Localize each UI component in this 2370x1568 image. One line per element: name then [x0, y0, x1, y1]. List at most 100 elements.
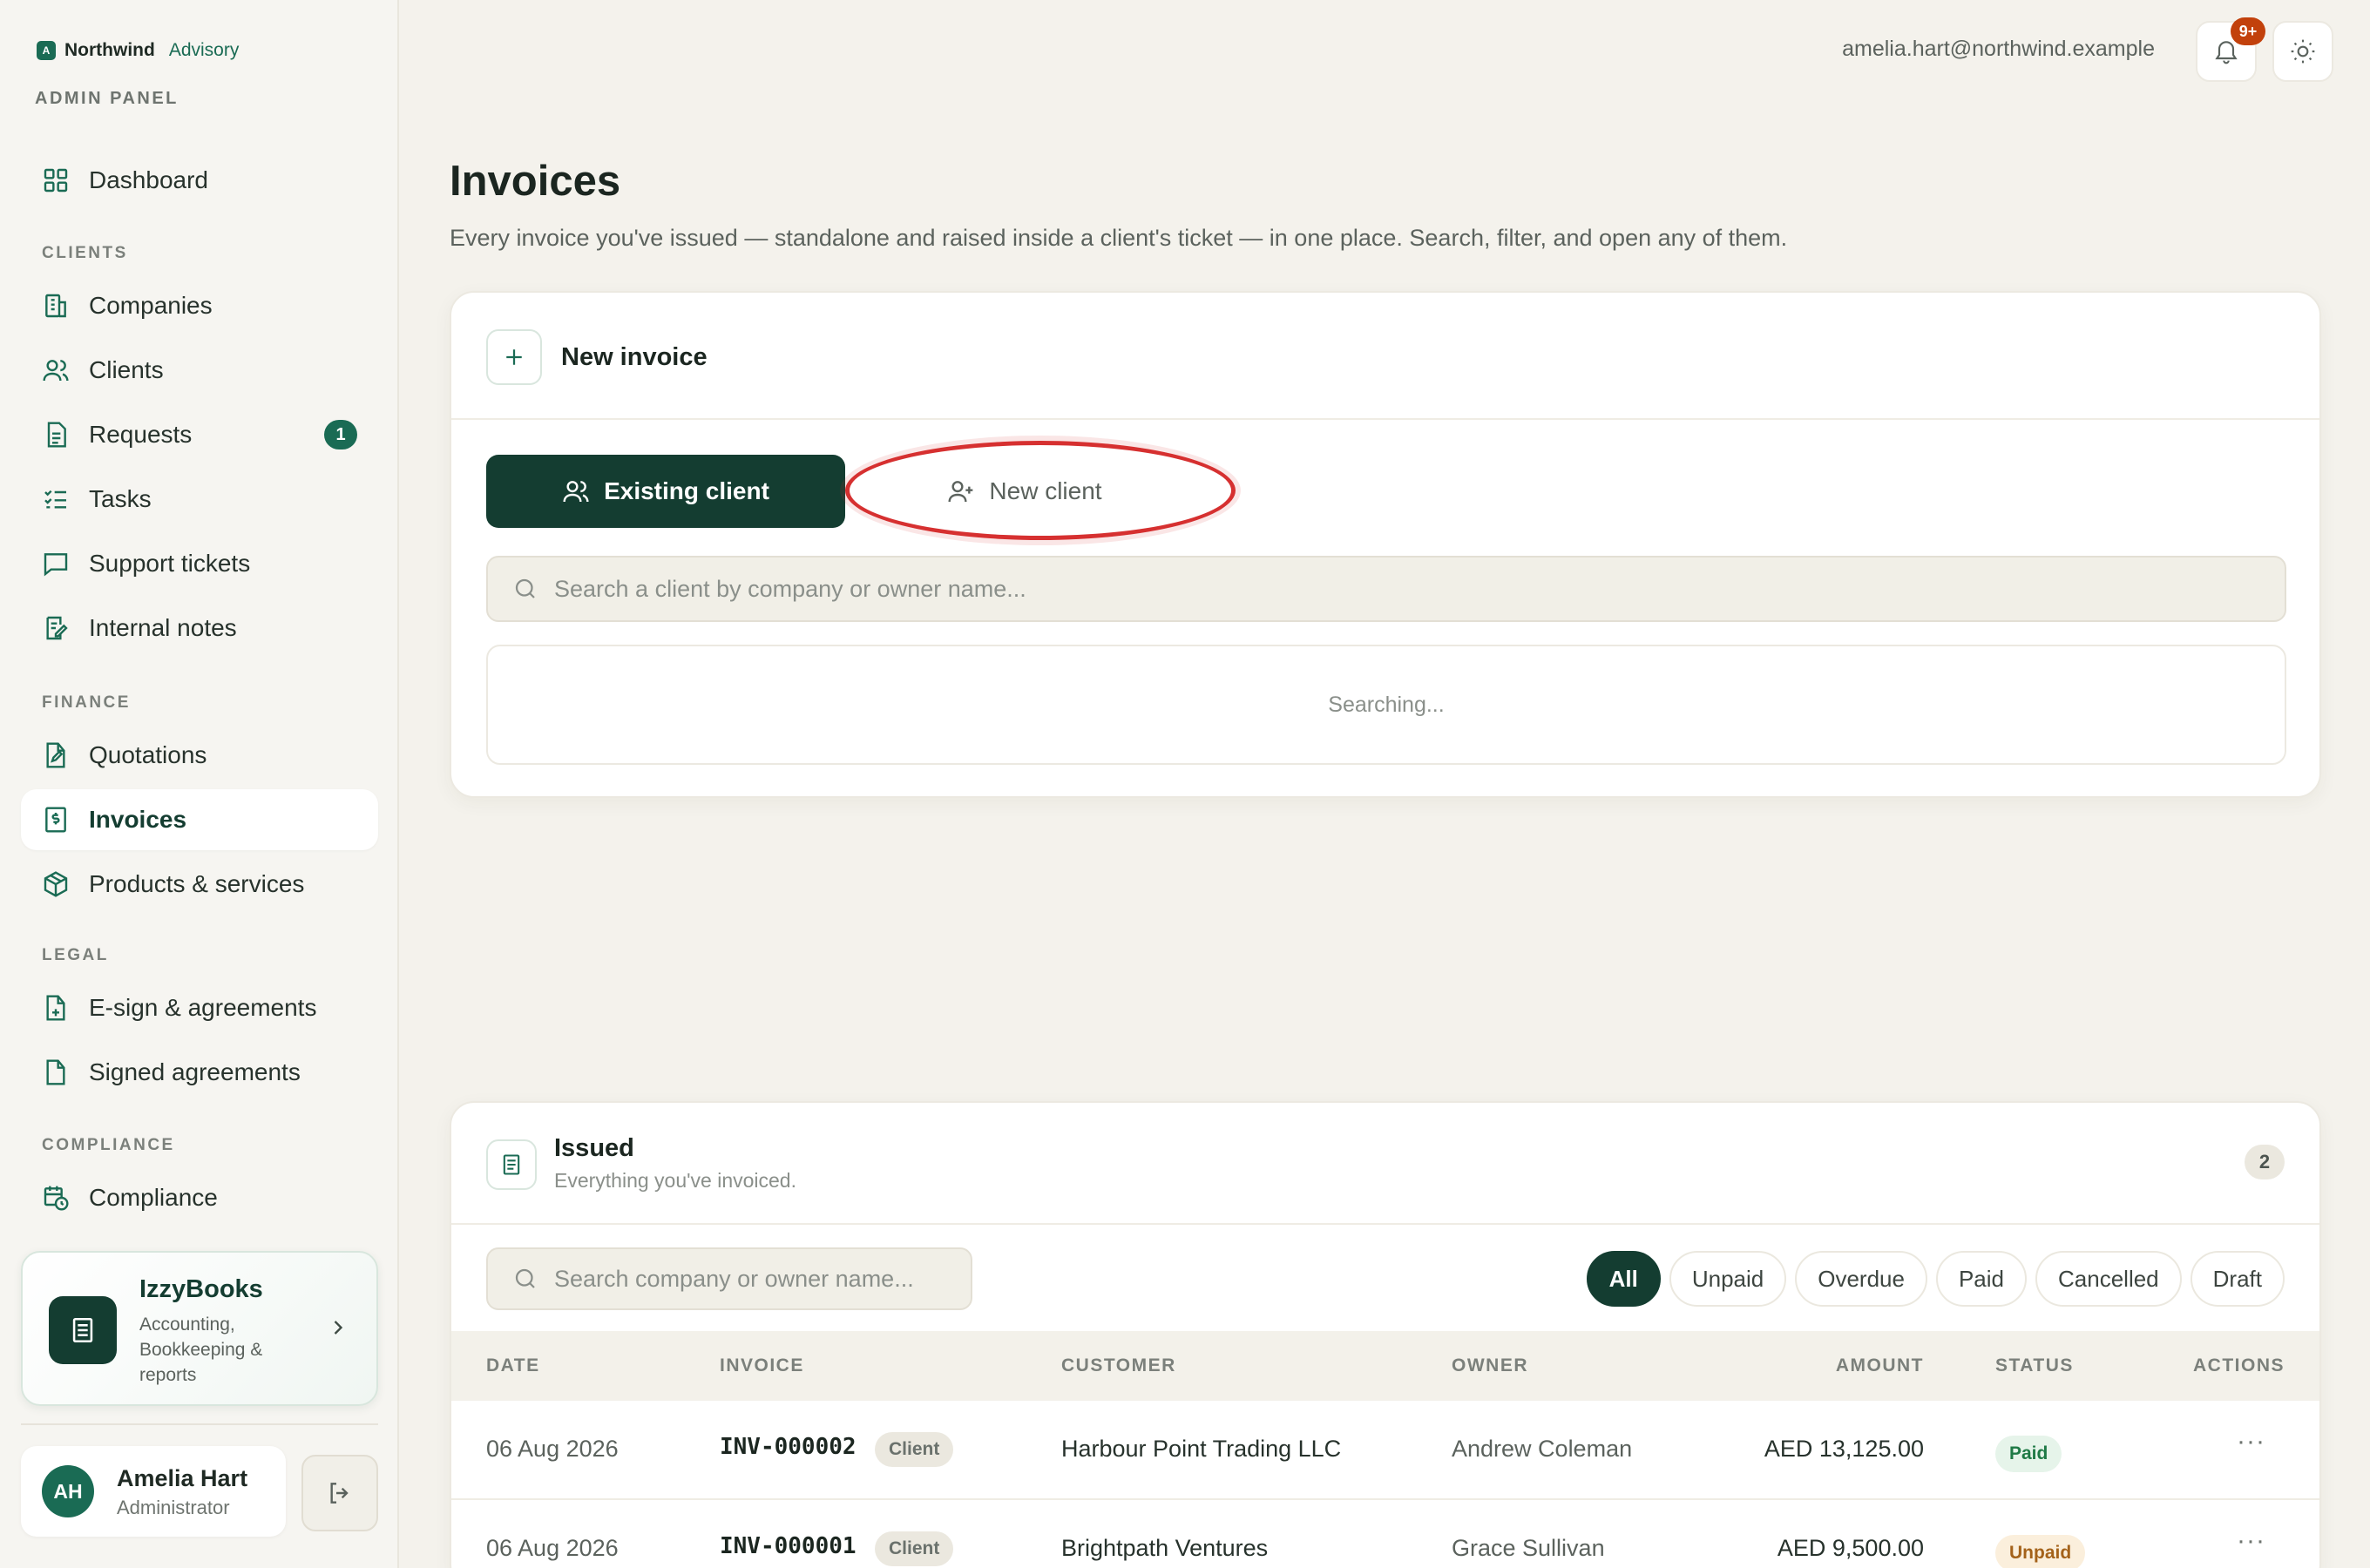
sidebar-item-label: Quotations — [89, 741, 207, 768]
sidebar-item-esign[interactable]: E-sign & agreements — [21, 977, 378, 1038]
promo-description: Accounting, Bookkeeping & reports — [139, 1315, 263, 1385]
sidebar-item-support[interactable]: Support tickets — [21, 533, 378, 594]
sidebar-item-requests[interactable]: Requests 1 — [21, 404, 378, 465]
table-header: DATE INVOICE CUSTOMER OWNER AMOUNT STATU… — [451, 1331, 2319, 1401]
new-invoice-card: New invoice Existing client New client S… — [450, 291, 2321, 798]
searching-status: Searching... — [1328, 692, 1445, 717]
table-row[interactable]: 06 Aug 2026 INV-000002 Client Harbour Po… — [451, 1401, 2319, 1500]
column-owner[interactable]: OWNER — [1452, 1355, 1528, 1376]
filter-cancelled[interactable]: Cancelled — [2035, 1251, 2182, 1307]
package-icon — [42, 870, 70, 898]
status-filters: All Unpaid Overdue Paid Cancelled Draft — [1586, 1251, 2285, 1307]
row-invoice-number[interactable]: INV-000001 — [720, 1533, 857, 1559]
column-date[interactable]: DATE — [486, 1355, 540, 1376]
search-placeholder: Search a client by company or owner name… — [554, 575, 1026, 602]
row-invoice-number[interactable]: INV-000002 — [720, 1434, 857, 1460]
status-badge: Unpaid — [1995, 1535, 2086, 1568]
page-subtitle: Every invoice you've issued — standalone… — [450, 225, 1788, 251]
nav-section-legal: LEGAL — [42, 946, 109, 964]
requests-count-badge: 1 — [324, 420, 357, 449]
sidebar-item-tasks[interactable]: Tasks — [21, 469, 378, 530]
column-amount[interactable]: AMOUNT — [1836, 1355, 1924, 1376]
logout-icon — [330, 1483, 349, 1504]
sidebar-item-invoices[interactable]: Invoices — [21, 789, 378, 850]
client-search-input[interactable]: Search a client by company or owner name… — [486, 556, 2286, 622]
table-row[interactable]: 06 Aug 2026 INV-000001 Client Brightpath… — [451, 1500, 2319, 1568]
new-invoice-title: New invoice — [561, 343, 708, 371]
sidebar-item-signed[interactable]: Signed agreements — [21, 1042, 378, 1103]
tab-label: New client — [989, 477, 1102, 504]
search-icon — [515, 578, 535, 598]
user-name: Amelia Hart — [117, 1465, 248, 1491]
sidebar-item-clients[interactable]: Clients — [21, 340, 378, 401]
users-icon — [563, 481, 589, 503]
sidebar-item-compliance[interactable]: Compliance — [21, 1167, 378, 1228]
nav-section-compliance: COMPLIANCE — [42, 1136, 175, 1154]
building-icon — [42, 292, 70, 320]
more-actions-icon[interactable]: ··· — [2237, 1427, 2265, 1456]
ledger-icon — [49, 1296, 117, 1364]
calendar-clock-icon — [42, 1184, 70, 1212]
grid-icon — [42, 166, 70, 194]
user-card[interactable]: AH Amelia Hart Administrator — [21, 1446, 286, 1537]
sidebar-item-quotations[interactable]: Quotations — [21, 725, 378, 786]
issued-title: Issued — [554, 1134, 634, 1162]
row-owner: Grace Sullivan — [1452, 1535, 1605, 1561]
sidebar-item-label: Tasks — [89, 485, 152, 512]
sun-icon — [2291, 39, 2315, 64]
brand-logo: A — [37, 41, 56, 60]
nav-section-clients: CLIENTS — [42, 244, 128, 262]
promo-title: IzzyBooks — [139, 1275, 263, 1303]
row-amount: AED 13,125.00 — [1764, 1436, 1924, 1462]
column-customer[interactable]: CUSTOMER — [1061, 1355, 1176, 1376]
sidebar-divider — [21, 1423, 378, 1425]
client-tag: Client — [875, 1531, 954, 1566]
issued-subtitle: Everything you've invoiced. — [554, 1169, 796, 1192]
notifications-button[interactable]: 9+ — [2196, 17, 2265, 82]
izzybooks-promo-card[interactable]: IzzyBooks Accounting, Bookkeeping & repo… — [21, 1251, 378, 1406]
sidebar-item-notes[interactable]: Internal notes — [21, 598, 378, 659]
filter-all[interactable]: All — [1586, 1251, 1661, 1307]
column-invoice[interactable]: INVOICE — [720, 1355, 804, 1376]
filter-paid[interactable]: Paid — [1935, 1251, 2028, 1307]
client-tag: Client — [875, 1432, 954, 1467]
sidebar-item-label: Signed agreements — [89, 1058, 301, 1085]
sidebar-item-label: Requests — [89, 421, 193, 448]
sidebar-item-label: Dashboard — [89, 166, 208, 193]
message-icon — [42, 550, 70, 578]
file-check-icon — [42, 1058, 70, 1086]
client-search-results: Searching... — [486, 645, 2286, 765]
row-date: 06 Aug 2026 — [486, 1436, 619, 1462]
panel-label: ADMIN PANEL — [35, 89, 179, 108]
row-owner: Andrew Coleman — [1452, 1436, 1633, 1462]
sidebar: A Northwind Advisory ADMIN PANEL Dashboa… — [0, 0, 399, 1568]
nav-section-finance: FINANCE — [42, 693, 131, 712]
plus-icon[interactable] — [486, 329, 542, 385]
page-title: Invoices — [450, 158, 621, 205]
more-actions-icon[interactable]: ··· — [2237, 1526, 2265, 1556]
logout-button[interactable] — [301, 1455, 378, 1531]
row-date: 06 Aug 2026 — [486, 1535, 619, 1561]
avatar: AH — [42, 1465, 94, 1517]
column-actions: ACTIONS — [2193, 1355, 2285, 1375]
search-icon — [515, 1268, 535, 1288]
sidebar-item-label: Clients — [89, 356, 164, 383]
sidebar-item-dashboard[interactable]: Dashboard — [21, 150, 378, 211]
tab-existing-client[interactable]: Existing client — [486, 455, 845, 528]
file-edit-icon — [42, 741, 70, 769]
notification-count-badge: 9+ — [2231, 17, 2265, 45]
sidebar-item-label: Companies — [89, 292, 213, 319]
sidebar-item-label: Internal notes — [89, 614, 237, 641]
invoice-search-input[interactable]: Search company or owner name... — [486, 1247, 972, 1310]
filter-draft[interactable]: Draft — [2190, 1251, 2285, 1307]
brand[interactable]: A Northwind Advisory — [37, 40, 239, 61]
card-divider — [451, 1223, 2319, 1225]
theme-toggle-button[interactable] — [2272, 21, 2333, 82]
filter-unpaid[interactable]: Unpaid — [1669, 1251, 1787, 1307]
filter-overdue[interactable]: Overdue — [1795, 1251, 1927, 1307]
tab-new-client[interactable]: New client — [845, 455, 1204, 528]
sidebar-item-companies[interactable]: Companies — [21, 275, 378, 336]
sidebar-item-products[interactable]: Products & services — [21, 854, 378, 915]
brand-subtitle: Advisory — [168, 40, 240, 60]
document-list-icon — [486, 1139, 537, 1190]
